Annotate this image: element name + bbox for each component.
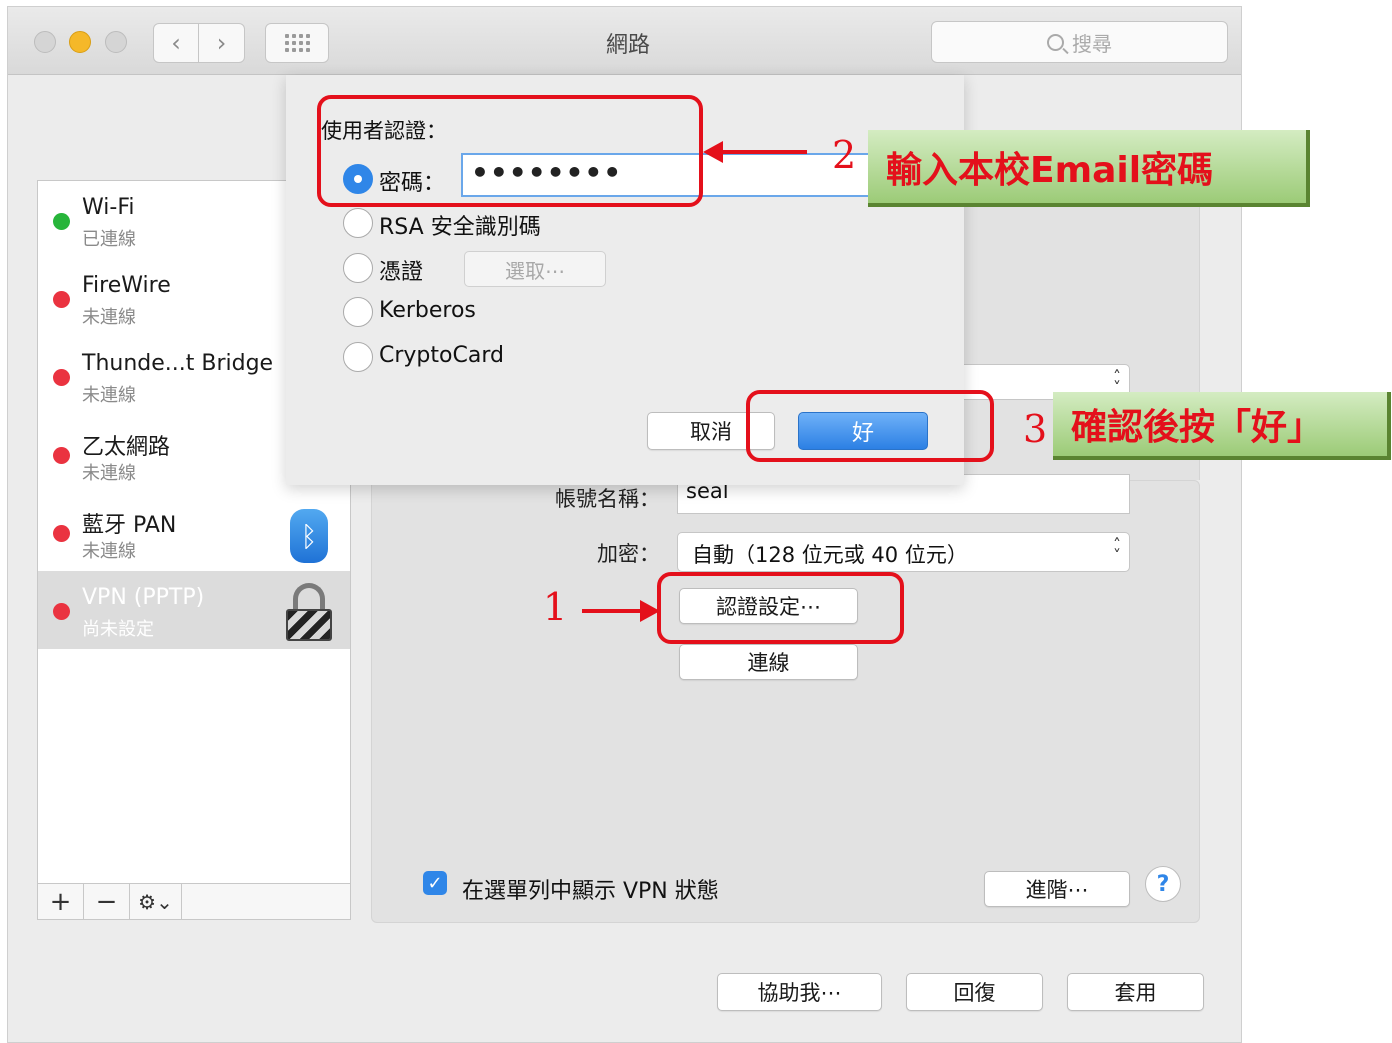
minimize-window-button[interactable] — [69, 31, 91, 53]
search-placeholder: 搜尋 — [1072, 31, 1112, 56]
popup-arrows-icon: ˄ ˅ — [1113, 367, 1121, 397]
step-3-number: 3 — [1023, 407, 1048, 451]
encryption-value: 自動（128 位元或 40 位元） — [692, 543, 968, 567]
advanced-button[interactable]: 進階⋯ — [984, 871, 1130, 907]
rsa-securid-radio[interactable] — [343, 208, 373, 238]
add-service-button[interactable]: + — [38, 884, 84, 919]
choose-certificate-button[interactable]: 選取⋯ — [464, 251, 606, 287]
service-status: 未連線 — [82, 541, 136, 562]
highlight-password-box — [317, 95, 703, 207]
chevron-right-icon: › — [216, 29, 227, 57]
account-name-label: 帳號名稱： — [555, 487, 660, 511]
apply-button[interactable]: 套用 — [1067, 973, 1204, 1011]
service-status: 已連線 — [82, 229, 136, 250]
highlight-auth-settings-box — [657, 572, 904, 644]
chevron-left-icon: ‹ — [171, 29, 181, 57]
forward-button[interactable]: › — [199, 23, 245, 63]
close-window-button[interactable] — [34, 31, 56, 53]
bluetooth-icon: ᛒ — [290, 509, 328, 563]
certificate-label: 憑證 — [379, 260, 424, 285]
search-icon — [1047, 33, 1064, 51]
status-dot-icon — [53, 213, 70, 230]
encryption-label: 加密： — [597, 542, 660, 566]
encryption-popup[interactable]: 自動（128 位元或 40 位元） ˄ ˅ — [677, 532, 1130, 572]
highlight-ok-box — [746, 390, 994, 462]
service-status: 尚未設定 — [82, 619, 154, 640]
title-bar: ‹ › 網路 搜尋 — [8, 7, 1241, 75]
service-status: 未連線 — [82, 463, 136, 484]
callout-press-ok: 確認後按「好」 — [1053, 392, 1391, 460]
window-title: 網路 — [605, 33, 650, 58]
gear-icon: ⚙︎⌄ — [138, 889, 173, 914]
connect-button[interactable]: 連線 — [679, 644, 858, 680]
service-status: 未連線 — [82, 307, 136, 328]
status-dot-icon — [53, 603, 70, 620]
grid-icon — [284, 34, 310, 52]
cryptocard-label: CryptoCard — [379, 343, 504, 368]
callout-enter-password: 輸入本校Email密碼 — [868, 130, 1310, 207]
back-button[interactable]: ‹ — [153, 23, 199, 63]
arrow-left-icon — [703, 141, 723, 163]
gear-menu-button[interactable]: ⚙︎⌄ — [130, 884, 182, 919]
status-dot-icon — [53, 291, 70, 308]
rsa-securid-label: RSA 安全識別碼 — [379, 215, 541, 240]
show-all-button[interactable] — [265, 23, 329, 63]
step-1-number: 1 — [543, 585, 568, 629]
arrow-right-icon — [640, 600, 660, 622]
show-vpn-status-checkbox[interactable]: ✓ — [423, 871, 447, 895]
search-field[interactable]: 搜尋 — [931, 21, 1228, 63]
lock-icon — [286, 583, 332, 641]
step-2-number: 2 — [832, 133, 857, 177]
certificate-radio[interactable] — [343, 253, 373, 283]
status-dot-icon — [53, 369, 70, 386]
service-name: 藍牙 PAN — [82, 513, 177, 538]
service-name: Thunde...t Bridge — [82, 351, 274, 376]
arrow-line — [582, 609, 642, 613]
service-name: Wi-Fi — [82, 195, 135, 220]
service-name: FireWire — [82, 273, 171, 298]
service-name: 乙太網路 — [82, 435, 171, 460]
assist-me-button[interactable]: 協助我⋯ — [717, 973, 882, 1011]
service-list-toolbar: + − ⚙︎⌄ — [37, 883, 351, 920]
kerberos-label: Kerberos — [379, 298, 476, 323]
show-vpn-status-label: 在選單列中顯示 VPN 狀態 — [462, 879, 719, 904]
help-button[interactable]: ? — [1145, 866, 1181, 902]
cryptocard-radio[interactable] — [343, 342, 373, 372]
popup-arrows-icon: ˄ ˅ — [1113, 535, 1121, 565]
checkmark-icon: ✓ — [427, 872, 443, 894]
service-status: 未連線 — [82, 385, 136, 406]
arrow-line — [721, 150, 807, 154]
zoom-window-button[interactable] — [105, 31, 127, 53]
service-item-vpn-pptp[interactable]: VPN (PPTP) 尚未設定 — [38, 571, 350, 649]
service-name: VPN (PPTP) — [82, 585, 205, 610]
kerberos-radio[interactable] — [343, 297, 373, 327]
remove-service-button[interactable]: − — [84, 884, 130, 919]
status-dot-icon — [53, 525, 70, 542]
revert-button[interactable]: 回復 — [906, 973, 1043, 1011]
service-item-bluetooth-pan[interactable]: 藍牙 PAN 未連線 ᛒ — [38, 493, 350, 571]
status-dot-icon — [53, 447, 70, 464]
